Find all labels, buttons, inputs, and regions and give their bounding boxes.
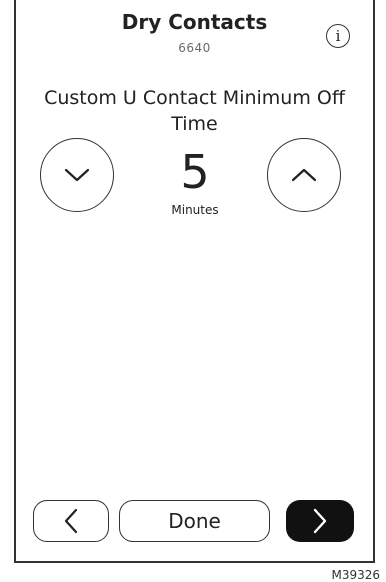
chevron-left-icon — [64, 508, 78, 534]
increase-button[interactable] — [267, 138, 341, 212]
setting-label: Custom U Contact Minimum Off Time — [44, 87, 345, 135]
decrease-button[interactable] — [40, 138, 114, 212]
chevron-right-icon — [313, 508, 327, 534]
done-button-label: Done — [168, 509, 221, 533]
done-button[interactable]: Done — [119, 500, 270, 542]
info-icon: i — [335, 26, 341, 45]
back-button[interactable] — [33, 500, 109, 542]
setting-unit: Minutes — [171, 203, 219, 217]
screen-title: Dry Contacts — [121, 10, 268, 34]
figure-code: M39326 — [331, 568, 380, 582]
setting-value: 5 — [180, 145, 210, 199]
device-screen: Dry Contacts 6640 i Custom U Contact Min… — [14, 0, 375, 563]
chevron-down-icon — [64, 168, 90, 182]
screen-code: 6640 — [178, 41, 211, 55]
next-button[interactable] — [286, 500, 354, 542]
info-button[interactable]: i — [326, 24, 350, 48]
chevron-up-icon — [291, 168, 317, 182]
